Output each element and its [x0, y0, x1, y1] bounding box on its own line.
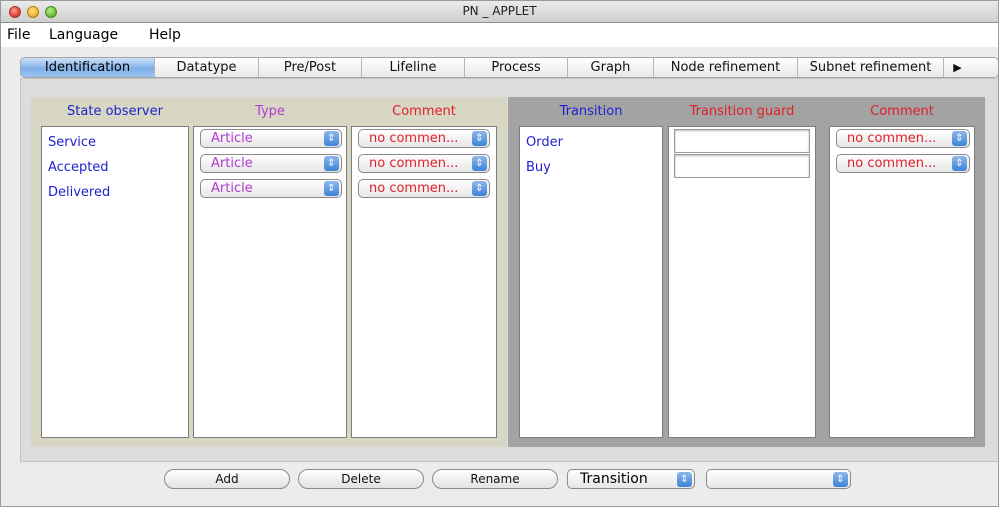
title-bar: PN _ APPLET — [1, 1, 998, 23]
tab-strip: Identification Datatype Pre/Post Lifelin… — [20, 57, 998, 78]
tab-pre-post[interactable]: Pre/Post — [259, 58, 362, 77]
transition-comment-select[interactable]: no commen... ⇕ — [836, 154, 970, 173]
type-select-value: Article — [211, 156, 253, 171]
comment-select[interactable]: no commen... ⇕ — [358, 154, 490, 173]
transition-guard-field[interactable] — [674, 154, 810, 178]
transition-comment-header: Comment — [870, 104, 934, 119]
window-title: PN _ APPLET — [462, 4, 537, 18]
tab-lifeline[interactable]: Lifeline — [362, 58, 465, 77]
type-select[interactable]: Article ⇕ — [200, 129, 342, 148]
tab-scroll-right-icon[interactable]: ▶ — [944, 58, 971, 77]
tab-node-refinement[interactable]: Node refinement — [654, 58, 798, 77]
state-observer-header: State observer — [67, 104, 163, 119]
chevron-updown-icon: ⇕ — [472, 181, 487, 196]
list-item[interactable]: Service — [48, 135, 96, 150]
list-item[interactable]: Delivered — [48, 185, 110, 200]
tab-identification[interactable]: Identification — [21, 58, 155, 77]
menu-bar: File Language Help — [1, 23, 998, 47]
transition-comment-select[interactable]: no commen... ⇕ — [836, 129, 970, 148]
element-select[interactable]: ⇕ — [706, 469, 851, 489]
transition-header: Transition — [559, 104, 623, 119]
element-kind-select[interactable]: Transition ⇕ — [567, 469, 695, 489]
rename-button[interactable]: Rename — [432, 469, 558, 489]
chevron-updown-icon: ⇕ — [324, 181, 339, 196]
type-header: Type — [255, 104, 285, 119]
comment-select[interactable]: no commen... ⇕ — [358, 129, 490, 148]
list-item[interactable]: Accepted — [48, 160, 109, 175]
comment-select[interactable]: no commen... ⇕ — [358, 179, 490, 198]
menu-language[interactable]: Language — [49, 27, 118, 43]
chevron-updown-icon: ⇕ — [472, 131, 487, 146]
state-observer-list[interactable]: Service Accepted Delivered — [41, 126, 189, 438]
add-button[interactable]: Add — [164, 469, 290, 489]
chevron-updown-icon: ⇕ — [952, 156, 967, 171]
tab-datatype[interactable]: Datatype — [155, 58, 259, 77]
tab-graph[interactable]: Graph — [568, 58, 654, 77]
menu-help[interactable]: Help — [149, 27, 181, 43]
type-select-value: Article — [211, 181, 253, 196]
chevron-updown-icon: ⇕ — [952, 131, 967, 146]
element-kind-select-value: Transition — [580, 471, 648, 487]
menu-file[interactable]: File — [7, 27, 30, 43]
chevron-updown-icon: ⇕ — [472, 156, 487, 171]
type-select[interactable]: Article ⇕ — [200, 179, 342, 198]
applet-window: PN _ APPLET File Language Help Identific… — [0, 0, 999, 507]
comment-select-value: no commen... — [369, 181, 459, 196]
delete-button[interactable]: Delete — [298, 469, 424, 489]
transition-list[interactable]: Order Buy — [519, 126, 663, 438]
transition-guard-header: Transition guard — [689, 104, 795, 119]
chevron-updown-icon: ⇕ — [324, 131, 339, 146]
transition-guard-field[interactable] — [674, 129, 810, 153]
chevron-updown-icon: ⇕ — [833, 472, 848, 487]
comment-header: Comment — [392, 104, 456, 119]
chevron-updown-icon: ⇕ — [324, 156, 339, 171]
transition-comment-select-value: no commen... — [847, 156, 937, 171]
tab-process[interactable]: Process — [465, 58, 568, 77]
list-item[interactable]: Order — [526, 135, 563, 150]
comment-select-value: no commen... — [369, 156, 459, 171]
type-select-value: Article — [211, 131, 253, 146]
type-select[interactable]: Article ⇕ — [200, 154, 342, 173]
transition-comment-select-value: no commen... — [847, 131, 937, 146]
list-item[interactable]: Buy — [526, 160, 551, 175]
comment-select-value: no commen... — [369, 131, 459, 146]
chevron-updown-icon: ⇕ — [677, 472, 692, 487]
tab-subnet-refinement[interactable]: Subnet refinement — [798, 58, 944, 77]
